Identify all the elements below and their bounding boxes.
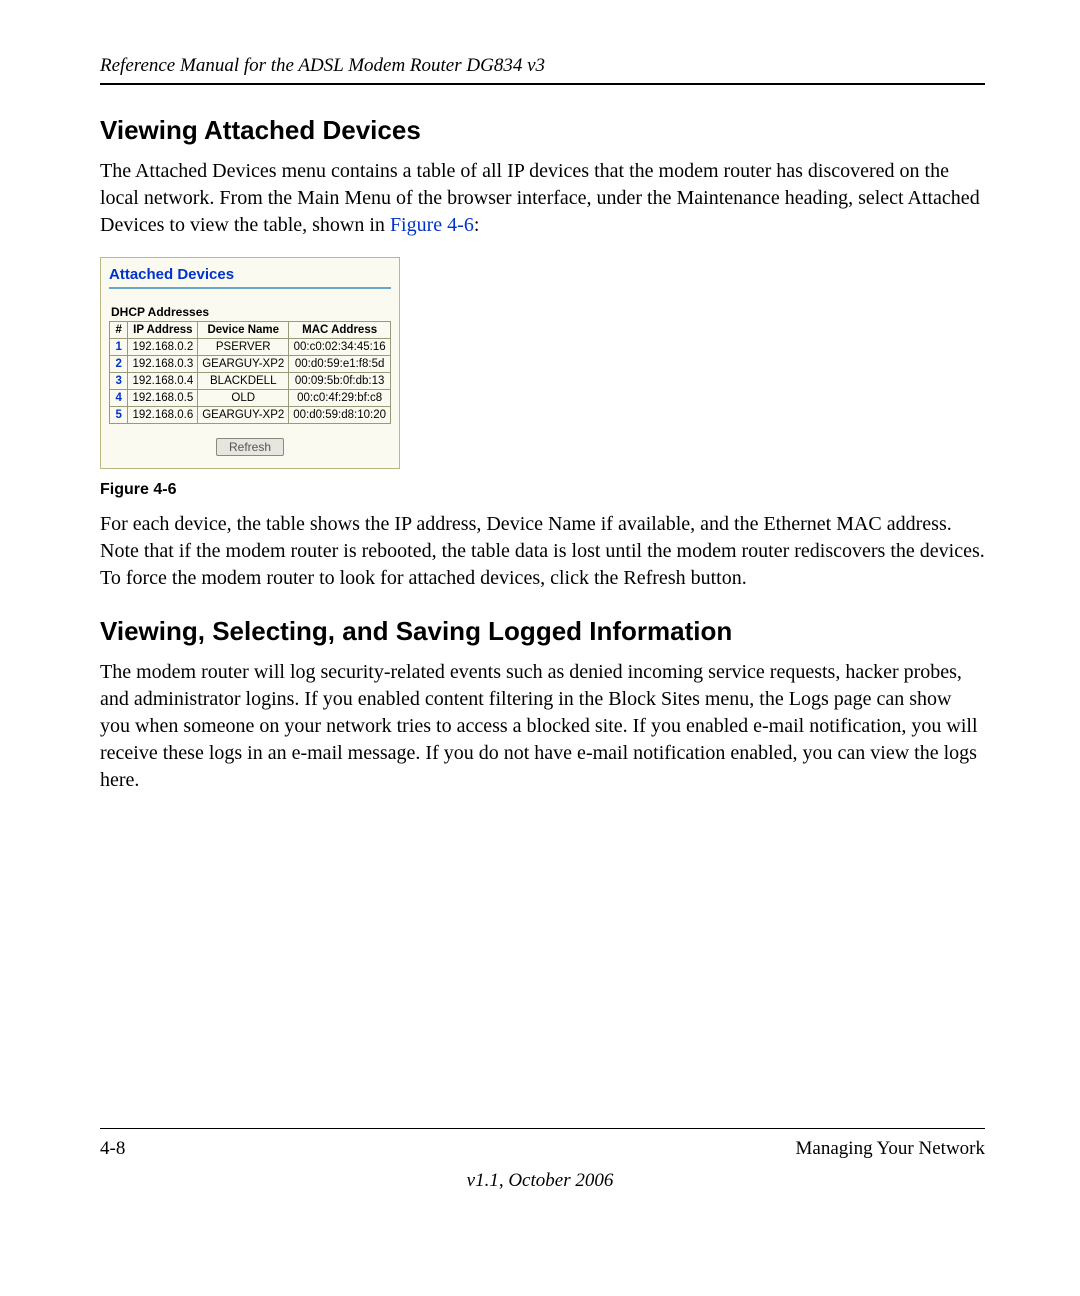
cell-name: GEARGUY-XP2 <box>198 407 289 424</box>
para-attached-desc: For each device, the table shows the IP … <box>100 511 985 592</box>
cell-ip: 192.168.0.2 <box>128 339 198 356</box>
cell-num: 1 <box>110 339 128 356</box>
table-header-row: # IP Address Device Name MAC Address <box>110 322 391 339</box>
cell-mac: 00:c0:02:34:45:16 <box>289 339 391 356</box>
devices-table: # IP Address Device Name MAC Address 1 1… <box>109 321 391 424</box>
para-attached-intro: The Attached Devices menu contains a tab… <box>100 158 985 239</box>
cell-num: 3 <box>110 373 128 390</box>
col-name: Device Name <box>198 322 289 339</box>
cell-name: PSERVER <box>198 339 289 356</box>
cell-ip: 192.168.0.6 <box>128 407 198 424</box>
footer-page-number: 4-8 <box>100 1138 125 1160</box>
footer-chapter: Managing Your Network <box>796 1138 985 1160</box>
screenshot-panel: Attached Devices DHCP Addresses # IP Add… <box>100 257 400 469</box>
figure-caption: Figure 4-6 <box>100 481 985 499</box>
table-row: 3 192.168.0.4 BLACKDELL 00:09:5b:0f:db:1… <box>110 373 391 390</box>
cell-name: BLACKDELL <box>198 373 289 390</box>
cell-name: GEARGUY-XP2 <box>198 356 289 373</box>
footer-divider <box>100 1128 985 1129</box>
table-row: 4 192.168.0.5 OLD 00:c0:4f:29:bf:c8 <box>110 390 391 407</box>
cell-num: 2 <box>110 356 128 373</box>
para-text: The Attached Devices menu contains a tab… <box>100 160 980 236</box>
table-row: 1 192.168.0.2 PSERVER 00:c0:02:34:45:16 <box>110 339 391 356</box>
col-ip: IP Address <box>128 322 198 339</box>
table-row: 2 192.168.0.3 GEARGUY-XP2 00:d0:59:e1:f8… <box>110 356 391 373</box>
cell-ip: 192.168.0.3 <box>128 356 198 373</box>
footer-version: v1.1, October 2006 <box>0 1170 1080 1192</box>
col-mac: MAC Address <box>289 322 391 339</box>
cell-ip: 192.168.0.4 <box>128 373 198 390</box>
cell-num: 5 <box>110 407 128 424</box>
para-text-tail: : <box>474 214 480 236</box>
col-num: # <box>110 322 128 339</box>
table-row: 5 192.168.0.6 GEARGUY-XP2 00:d0:59:d8:10… <box>110 407 391 424</box>
panel-subtitle: DHCP Addresses <box>111 305 391 319</box>
figure-link[interactable]: Figure 4-6 <box>390 214 474 236</box>
section-heading-logs: Viewing, Selecting, and Saving Logged In… <box>100 616 985 647</box>
refresh-button[interactable]: Refresh <box>216 438 284 456</box>
cell-num: 4 <box>110 390 128 407</box>
panel-title: Attached Devices <box>109 266 391 283</box>
cell-mac: 00:09:5b:0f:db:13 <box>289 373 391 390</box>
para-logs: The modem router will log security-relat… <box>100 659 985 794</box>
panel-divider <box>109 287 391 289</box>
cell-mac: 00:d0:59:e1:f8:5d <box>289 356 391 373</box>
cell-name: OLD <box>198 390 289 407</box>
section-heading-attached-devices: Viewing Attached Devices <box>100 115 985 146</box>
cell-mac: 00:c0:4f:29:bf:c8 <box>289 390 391 407</box>
cell-ip: 192.168.0.5 <box>128 390 198 407</box>
running-header: Reference Manual for the ADSL Modem Rout… <box>100 55 985 85</box>
cell-mac: 00:d0:59:d8:10:20 <box>289 407 391 424</box>
